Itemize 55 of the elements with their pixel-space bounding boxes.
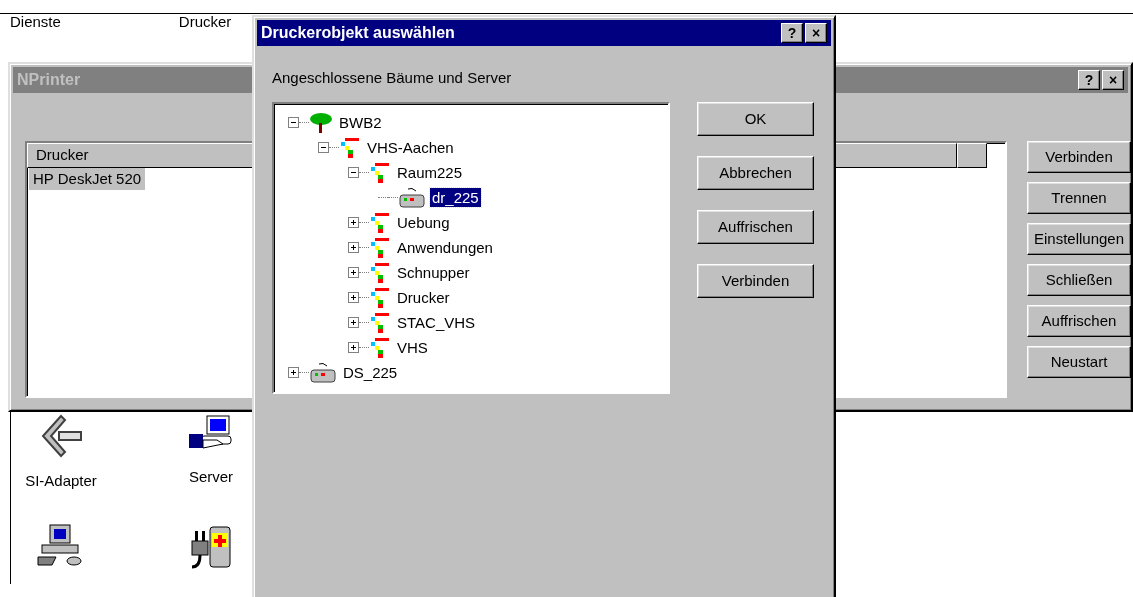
list-row[interactable]: HP DeskJet 520	[29, 168, 146, 190]
expand-icon[interactable]	[348, 342, 359, 353]
category-label[interactable]: Dienste	[10, 14, 61, 44]
window-title: NPrinter	[17, 70, 81, 90]
tree-item[interactable]: Anwendungen	[395, 238, 495, 257]
tree-item[interactable]: Uebung	[395, 213, 452, 232]
tree-item[interactable]: BWB2	[337, 113, 384, 132]
adapter-icon[interactable]	[39, 414, 83, 458]
collapse-icon[interactable]	[318, 142, 329, 153]
tree-item[interactable]: Schnupper	[395, 263, 472, 282]
dialog-button[interactable]: Auffrischen	[697, 210, 814, 244]
tree-item[interactable]: STAC_VHS	[395, 313, 478, 332]
tree-item[interactable]: Drucker	[395, 288, 452, 307]
action-button[interactable]: Auffrischen	[1027, 305, 1131, 337]
container-icon	[369, 311, 391, 334]
dialog-button[interactable]: Verbinden	[697, 264, 814, 298]
container-icon	[369, 161, 391, 184]
collapse-icon[interactable]	[288, 117, 299, 128]
category-label[interactable]: Drucker	[178, 14, 232, 44]
tree-item[interactable]: VHS	[395, 338, 430, 357]
container-icon	[369, 211, 391, 234]
collapse-icon[interactable]	[348, 167, 359, 178]
help-button[interactable]: ?	[1078, 70, 1100, 90]
tree-item[interactable]: VHS-Aachen	[365, 138, 456, 157]
icon-label[interactable]: Server	[188, 466, 234, 489]
expand-icon[interactable]	[348, 317, 359, 328]
window-title: Druckerobjekt auswählen	[261, 23, 455, 43]
expand-icon[interactable]	[348, 267, 359, 278]
action-button[interactable]: Trennen	[1027, 182, 1131, 214]
action-button[interactable]: Schließen	[1027, 264, 1131, 296]
section-label: Angeschlossene Bäume und Server	[271, 68, 513, 88]
container-icon	[369, 336, 391, 359]
container-icon	[369, 261, 391, 284]
action-button[interactable]: Verbinden	[1027, 141, 1131, 173]
icon-label[interactable]: SI-Adapter	[25, 470, 97, 493]
container-icon	[339, 136, 361, 159]
expand-icon[interactable]	[348, 292, 359, 303]
expand-icon[interactable]	[288, 367, 299, 378]
printer-icon	[309, 361, 337, 384]
tree-item[interactable]: DS_225	[341, 363, 400, 382]
close-button[interactable]: ×	[805, 23, 827, 43]
expand-icon[interactable]	[348, 242, 359, 253]
action-button[interactable]: Neustart	[1027, 346, 1131, 378]
expand-icon[interactable]	[348, 217, 359, 228]
action-button[interactable]: Einstellungen	[1027, 223, 1131, 255]
container-icon	[369, 286, 391, 309]
tree-icon	[309, 111, 333, 134]
dialog-button[interactable]: Abbrechen	[697, 156, 814, 190]
tree-item[interactable]: Raum225	[395, 163, 465, 182]
printer-icon	[398, 186, 426, 209]
close-button[interactable]: ×	[1102, 70, 1124, 90]
help-button[interactable]: ?	[781, 23, 803, 43]
dialog-button[interactable]: OK	[697, 102, 814, 136]
tree-item[interactable]: dr_225	[430, 188, 481, 207]
container-icon	[369, 236, 391, 259]
